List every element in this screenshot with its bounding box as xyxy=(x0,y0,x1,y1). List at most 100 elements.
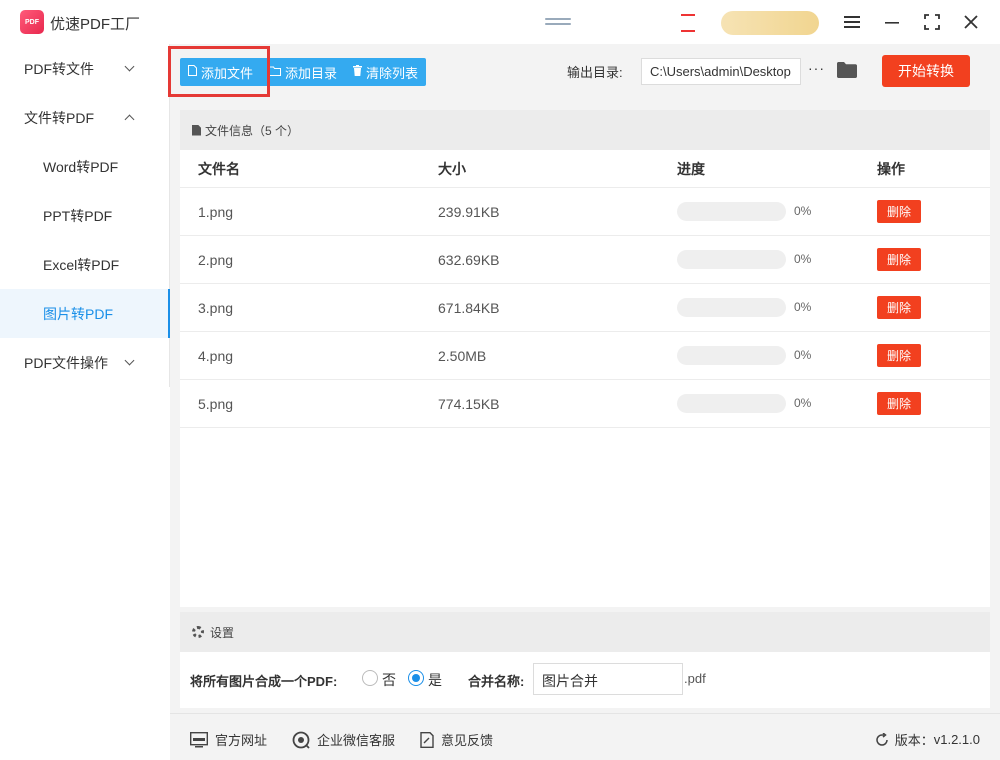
progress-text: 0% xyxy=(794,300,812,314)
feedback-link[interactable]: 意见反馈 xyxy=(420,730,493,749)
output-dir-input[interactable]: C:\Users\admin\Desktop xyxy=(641,58,801,85)
table-row: 5.png 774.15KB 0% 删除 xyxy=(180,380,990,428)
progress-bar xyxy=(677,250,786,269)
file-size: 632.69KB xyxy=(438,251,500,268)
file-name: 5.png xyxy=(198,395,234,412)
table-row: 2.png 632.69KB 0% 删除 xyxy=(180,236,990,284)
trash-icon xyxy=(353,65,363,79)
wechat-service-link[interactable]: 企业微信客服 xyxy=(292,730,395,749)
more-icon[interactable]: ··· xyxy=(808,60,825,76)
file-info-panel: 文件信息 （5 个） 文件名 大小 进度 操作 1.png 239.91KB 0% 删… xyxy=(180,110,990,607)
website-icon xyxy=(190,731,208,747)
clear-list-label: 清除列表 xyxy=(366,65,419,81)
delete-button[interactable]: 删除 xyxy=(877,392,921,415)
sidebar-item-file-to-pdf[interactable]: 文件转PDF xyxy=(0,93,169,142)
website-label: 官方网址 xyxy=(215,733,268,748)
browse-folder-icon[interactable] xyxy=(837,62,857,78)
sidebar-item-label: Excel转PDF xyxy=(43,256,120,273)
merge-name-label: 合并名称: xyxy=(468,674,525,689)
settings-title: 设置 xyxy=(210,625,235,640)
feedback-icon xyxy=(420,731,434,748)
delete-button[interactable]: 删除 xyxy=(877,248,921,271)
settings-panel: 将所有图片合成一个PDF: 否 是 合并名称: 图片合并 .pdf xyxy=(180,652,990,708)
table-row: 3.png 671.84KB 0% 删除 xyxy=(180,284,990,332)
sidebar-item-label: 图片转PDF xyxy=(43,305,113,322)
folder-icon xyxy=(269,65,282,79)
add-folder-button[interactable]: 添加目录 xyxy=(261,58,345,86)
document-icon xyxy=(192,124,201,136)
sidebar-item-ppt-to-pdf[interactable]: PPT转PDF xyxy=(0,191,169,240)
merge-name-input[interactable]: 图片合并 xyxy=(533,663,683,695)
file-size: 2.50MB xyxy=(438,347,487,364)
progress-bar xyxy=(677,298,786,317)
column-header-action: 操作 xyxy=(877,160,905,177)
column-header-size: 大小 xyxy=(438,160,466,177)
chevron-down-icon xyxy=(124,61,135,72)
table-header: 文件名 大小 进度 操作 xyxy=(180,150,990,188)
file-name: 2.png xyxy=(198,251,234,268)
sidebar-item-excel-to-pdf[interactable]: Excel转PDF xyxy=(0,240,169,289)
delete-button[interactable]: 删除 xyxy=(877,200,921,223)
feedback-label: 意见反馈 xyxy=(441,733,494,748)
version-info: 版本： v1.2.1.0 xyxy=(875,730,980,749)
file-size: 671.84KB xyxy=(438,299,500,316)
sidebar-item-pdf-operations[interactable]: PDF文件操作 xyxy=(0,338,169,387)
wechat-service-label: 企业微信客服 xyxy=(317,733,396,748)
file-name: 3.png xyxy=(198,299,234,316)
progress-bar xyxy=(677,202,786,221)
footer: 官方网址 企业微信客服 意见反馈 版本： v1.2.1.0 xyxy=(170,713,1000,760)
chevron-down-icon xyxy=(124,355,135,366)
app-title: 优速PDF工厂 xyxy=(50,16,141,33)
file-info-title: 文件信息 xyxy=(205,123,254,138)
app-logo-icon: PDF xyxy=(20,10,44,34)
gear-icon xyxy=(192,626,204,638)
wechat-icon xyxy=(292,731,310,749)
column-header-progress: 进度 xyxy=(677,160,705,177)
merge-label: 将所有图片合成一个PDF: xyxy=(190,674,338,689)
sidebar-item-label: PPT转PDF xyxy=(43,207,113,224)
sidebar-item-label: PDF文件操作 xyxy=(24,354,108,371)
cloud-icon[interactable] xyxy=(545,15,571,31)
progress-text: 0% xyxy=(794,252,812,266)
sidebar-item-label: PDF转文件 xyxy=(24,60,94,77)
column-header-name: 文件名 xyxy=(198,160,240,177)
merge-yes-radio[interactable] xyxy=(408,670,424,686)
sidebar-item-pdf-to-file[interactable]: PDF转文件 xyxy=(0,44,169,93)
refresh-icon xyxy=(876,732,888,746)
chevron-up-icon xyxy=(124,114,135,125)
clear-list-button[interactable]: 清除列表 xyxy=(345,58,426,86)
gift-icon[interactable] xyxy=(681,14,695,32)
file-size: 239.91KB xyxy=(438,203,500,220)
progress-text: 0% xyxy=(794,204,812,218)
close-icon[interactable] xyxy=(958,9,984,35)
maximize-icon[interactable] xyxy=(919,9,945,35)
sidebar-item-label: Word转PDF xyxy=(43,158,119,175)
delete-button[interactable]: 删除 xyxy=(877,344,921,367)
vip-badge[interactable] xyxy=(721,11,819,35)
minimize-icon[interactable] xyxy=(879,9,905,35)
progress-bar xyxy=(677,394,786,413)
sidebar: PDF转文件 文件转PDF Word转PDF PPT转PDF Excel转PDF… xyxy=(0,44,170,387)
file-info-header: 文件信息 （5 个） xyxy=(180,110,990,150)
delete-button[interactable]: 删除 xyxy=(877,296,921,319)
version-label: 版本： xyxy=(894,733,934,748)
merge-yes-label: 是 xyxy=(428,672,442,688)
progress-bar xyxy=(677,346,786,365)
file-size: 774.15KB xyxy=(438,395,500,412)
menu-icon[interactable] xyxy=(839,9,865,35)
file-count: （5 个） xyxy=(253,123,300,138)
merge-no-radio[interactable] xyxy=(362,670,378,686)
sidebar-item-word-to-pdf[interactable]: Word转PDF xyxy=(0,142,169,191)
title-bar: PDF 优速PDF工厂 xyxy=(0,0,1000,44)
settings-header: 设置 xyxy=(180,612,990,652)
file-name: 4.png xyxy=(198,347,234,364)
table-row: 4.png 2.50MB 0% 删除 xyxy=(180,332,990,380)
table-row: 1.png 239.91KB 0% 删除 xyxy=(180,188,990,236)
progress-text: 0% xyxy=(794,396,812,410)
website-link[interactable]: 官方网址 xyxy=(190,730,267,749)
progress-text: 0% xyxy=(794,348,812,362)
sidebar-item-image-to-pdf[interactable]: 图片转PDF xyxy=(0,289,170,338)
start-convert-button[interactable]: 开始转换 xyxy=(882,55,970,87)
output-dir-label: 输出目录: xyxy=(567,65,623,80)
merge-no-label: 否 xyxy=(382,672,396,688)
